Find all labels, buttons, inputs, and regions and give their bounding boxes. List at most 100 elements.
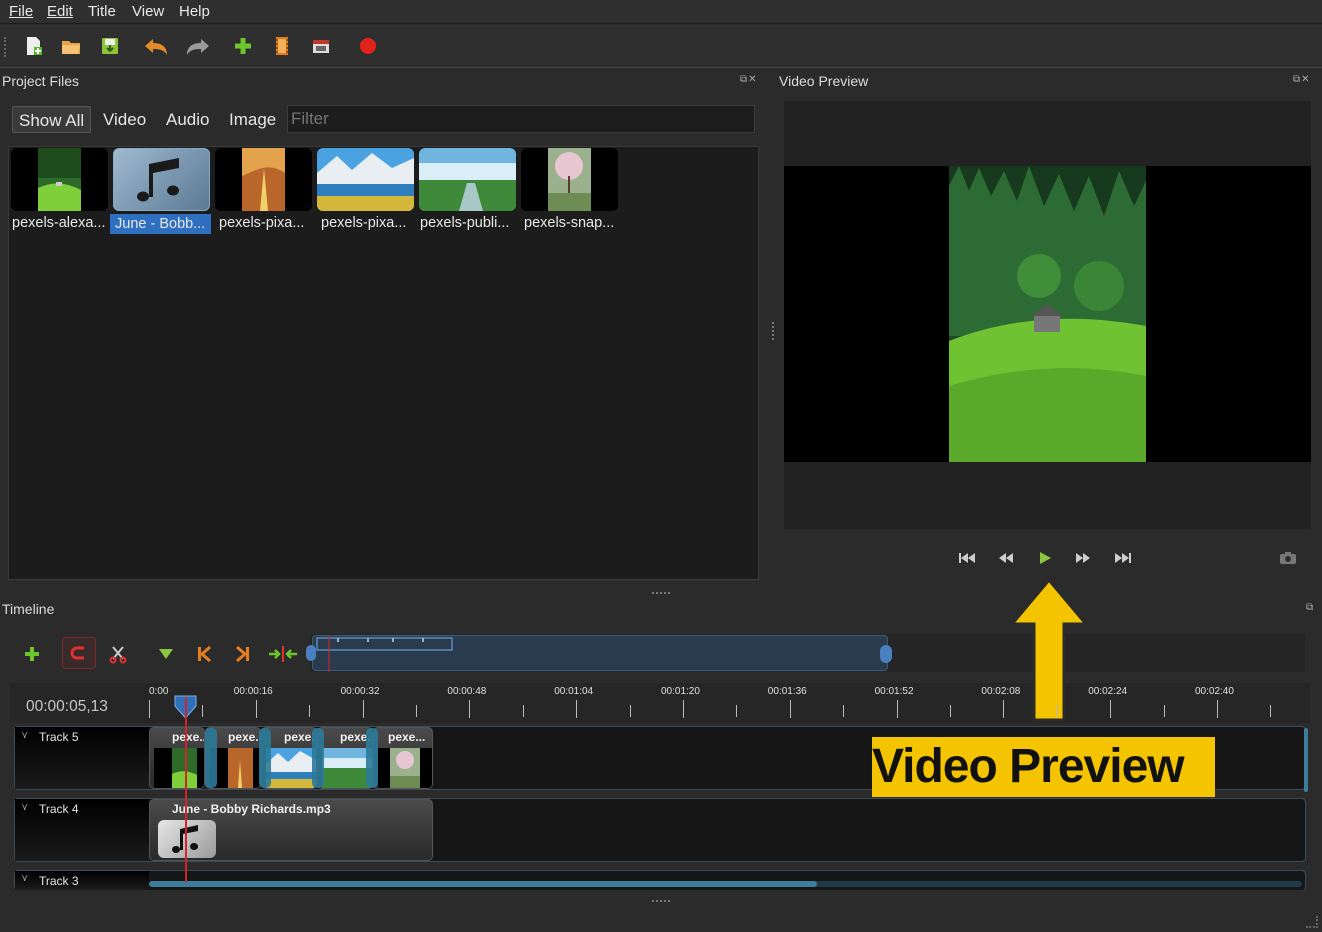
track-collapse-icon[interactable]: ⋎	[21, 730, 28, 741]
ruler-tick-label: 00:00:32	[340, 686, 380, 697]
menu-file-label: File	[9, 3, 34, 20]
play-icon[interactable]	[1035, 549, 1055, 567]
import-files-icon[interactable]	[232, 35, 254, 57]
filter-audio-button[interactable]: Audio	[160, 106, 215, 133]
splitter-handle[interactable]	[772, 322, 775, 340]
file-thumbnail[interactable]	[215, 148, 312, 211]
ruler-tick	[576, 700, 578, 718]
center-playhead-button[interactable]	[267, 640, 299, 668]
open-project-icon[interactable]	[60, 35, 82, 57]
timeline-vertical-scrollbar[interactable]	[1304, 728, 1308, 792]
filter-show-all-button[interactable]: Show All	[12, 106, 92, 133]
ruler-tick-label: 00:01:36	[767, 686, 807, 697]
video-preview-dock-controls[interactable]: ⧉✕	[1293, 74, 1311, 85]
track-header[interactable]: ⋎ Track 4	[15, 799, 149, 861]
clip-thumbnail	[322, 748, 372, 788]
annotation-label: Video Preview	[872, 740, 1185, 793]
previous-marker-button[interactable]	[190, 640, 218, 668]
new-project-icon[interactable]	[22, 35, 44, 57]
snapping-toggle-button[interactable]	[62, 637, 96, 669]
choose-profile-icon[interactable]	[271, 35, 293, 57]
clip-label: pexe...	[388, 730, 426, 744]
timeline-horizontal-scrollbar[interactable]	[149, 881, 1302, 887]
timeline-title: Timeline	[2, 601, 55, 617]
video-clip[interactable]: pexe...	[317, 727, 373, 789]
menu-help[interactable]: Help	[179, 3, 210, 20]
zoom-range-left-handle[interactable]	[306, 645, 316, 661]
scrollbar-thumb[interactable]	[149, 881, 817, 887]
scissors-icon	[109, 646, 127, 664]
timeline-zoom-range[interactable]	[312, 635, 888, 672]
project-files-dock-controls[interactable]: ⧉✕	[740, 74, 758, 85]
file-thumbnail-selected[interactable]	[113, 148, 210, 211]
transition[interactable]	[312, 728, 324, 788]
redo-icon[interactable]	[185, 35, 211, 57]
transition[interactable]	[366, 728, 378, 788]
filter-video-button[interactable]: Video	[97, 106, 152, 133]
center-arrows-icon	[269, 646, 297, 662]
playhead-line[interactable]	[185, 697, 187, 882]
splitter-handle[interactable]	[652, 900, 670, 903]
add-track-button[interactable]	[18, 640, 46, 668]
timeline-dock-controls[interactable]: ⧉	[1306, 602, 1314, 613]
ruler-tick-label: 00:00:48	[447, 686, 487, 697]
undo-icon[interactable]	[143, 35, 169, 57]
splitter-handle[interactable]	[652, 592, 670, 595]
plus-icon	[25, 647, 39, 661]
next-marker-icon	[236, 645, 249, 663]
file-thumbnail[interactable]	[419, 148, 516, 211]
menu-edit[interactable]: Edit	[47, 3, 73, 20]
ruler-tick	[522, 705, 524, 717]
ruler-tick	[362, 700, 364, 718]
filter-image-button[interactable]: Image	[223, 106, 282, 133]
clip-label: pexe...	[228, 730, 260, 744]
ruler-tick-label: 0:00	[149, 686, 169, 697]
project-files-panel	[8, 146, 759, 580]
add-marker-button[interactable]	[152, 640, 180, 668]
export-video-icon[interactable]	[357, 35, 379, 57]
save-project-icon[interactable]	[99, 35, 121, 57]
jump-end-icon[interactable]	[1113, 549, 1133, 567]
video-frame	[949, 166, 1146, 462]
resize-grip[interactable]	[1306, 916, 1318, 928]
camera-icon[interactable]	[1278, 549, 1298, 567]
annotation-arrow-icon	[1008, 577, 1090, 722]
fullscreen-icon[interactable]	[310, 35, 332, 57]
track-collapse-icon[interactable]: ⋎	[21, 802, 28, 813]
track-name: Track 4	[39, 802, 79, 816]
menu-file[interactable]: File	[9, 3, 33, 20]
filter-input[interactable]	[287, 105, 755, 133]
ruler-tick	[843, 705, 845, 717]
ruler-tick	[1163, 705, 1165, 717]
fast-forward-icon[interactable]	[1073, 549, 1093, 567]
zoom-range-right-handle[interactable]	[880, 645, 892, 663]
clip-thumbnail	[266, 748, 316, 788]
audio-clip[interactable]: June - Bobby Richards.mp3	[149, 799, 433, 861]
project-files-title: Project Files	[2, 73, 80, 89]
clip-label: June - Bobby Richards.mp3	[172, 802, 331, 816]
track-header[interactable]: ⋎ Track 3	[15, 871, 149, 890]
video-clip[interactable]: pexe...	[373, 727, 433, 789]
transition[interactable]	[205, 728, 217, 788]
current-time-display: 00:00:05,13	[26, 698, 108, 715]
ruler-tick	[309, 705, 311, 717]
track-collapse-icon[interactable]: ⋎	[21, 873, 28, 884]
ruler-tick	[149, 700, 150, 718]
ruler-tick	[1056, 705, 1058, 717]
toolbar-grip[interactable]	[4, 37, 8, 57]
track-header[interactable]: ⋎ Track 5	[15, 727, 149, 789]
video-clip[interactable]: pexe...	[149, 727, 205, 789]
previous-marker-icon	[198, 645, 211, 663]
rewind-icon[interactable]	[996, 549, 1016, 567]
menu-title[interactable]: Title	[88, 3, 116, 20]
menu-view[interactable]: View	[132, 3, 164, 20]
file-thumbnail[interactable]	[521, 148, 618, 211]
track-name: Track 5	[39, 730, 79, 744]
file-thumbnail[interactable]	[317, 148, 414, 211]
track-row[interactable]: ⋎ Track 3	[14, 870, 1306, 890]
file-thumbnail[interactable]	[11, 148, 108, 211]
razor-tool-button[interactable]	[104, 640, 132, 668]
jump-start-icon[interactable]	[957, 549, 977, 567]
next-marker-button[interactable]	[229, 640, 257, 668]
transition[interactable]	[259, 728, 271, 788]
